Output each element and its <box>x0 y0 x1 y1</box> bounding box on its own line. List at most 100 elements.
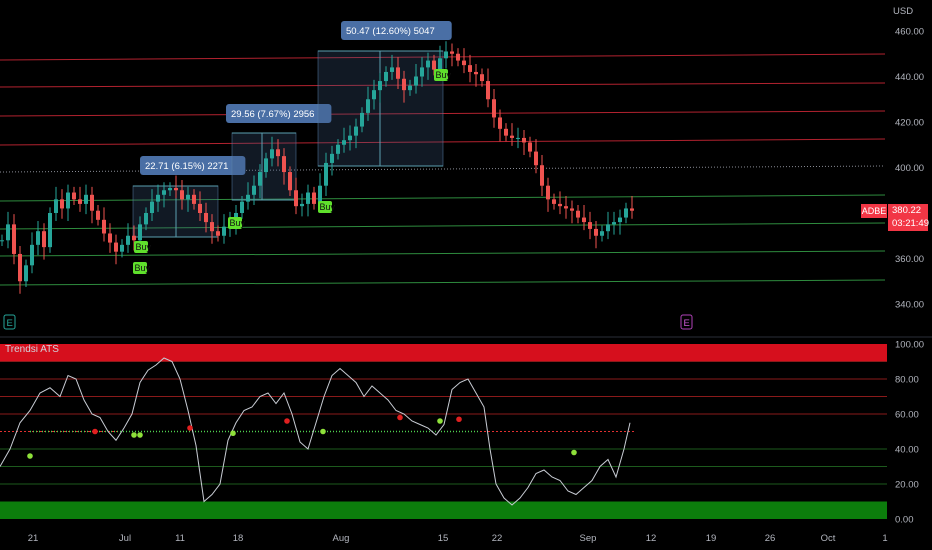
candle-body <box>12 224 16 254</box>
candle-body <box>510 135 514 138</box>
candle-body <box>450 51 454 54</box>
candle-body <box>204 213 208 223</box>
candle-body <box>420 67 424 77</box>
time-tick: Oct <box>821 533 836 544</box>
candle-body <box>504 128 508 136</box>
candle-body <box>264 158 268 173</box>
candle-body <box>126 235 130 245</box>
candle-body <box>96 210 100 220</box>
time-tick: 22 <box>492 533 503 544</box>
candle-body <box>348 135 352 141</box>
time-tick: 12 <box>646 533 657 544</box>
candle-body <box>144 213 148 225</box>
candle-body <box>90 194 94 211</box>
chart-canvas[interactable]: 22.71 (6.15%) 2271 29.56 (7.67%) 2956 50.4… <box>0 0 932 550</box>
candle-body <box>480 74 484 82</box>
price-tick: 400.00 <box>895 163 924 174</box>
candle-body <box>576 210 580 218</box>
candle-body <box>48 213 52 248</box>
svg-text:E: E <box>7 318 13 329</box>
candle-body <box>192 194 196 204</box>
candle-body <box>60 199 64 209</box>
candle-body <box>426 60 430 68</box>
signal-dot <box>230 430 236 437</box>
candle-body <box>66 192 70 209</box>
ind-tick: 80.00 <box>895 375 919 386</box>
candle-body <box>618 217 622 223</box>
candle-body <box>558 203 562 207</box>
candle-body <box>288 172 292 191</box>
candle-body <box>312 192 316 204</box>
buy-label: Buy <box>320 202 336 212</box>
signal-dot <box>397 414 403 421</box>
candle-body <box>222 226 226 236</box>
candle-body <box>306 192 310 204</box>
candle-body <box>612 222 616 225</box>
time-tick: 1 <box>882 533 887 544</box>
candle-body <box>102 219 106 234</box>
candle-body <box>162 190 166 195</box>
candle-body <box>534 151 538 166</box>
price-tick: 420.00 <box>895 118 924 129</box>
signal-dot <box>320 428 326 435</box>
signal-dot <box>456 416 462 423</box>
candle-body <box>522 137 526 143</box>
candle-body <box>54 199 58 213</box>
time-tick: 18 <box>233 533 244 544</box>
candle-body <box>354 126 358 136</box>
candle-body <box>246 194 250 202</box>
ind-tick: 40.00 <box>895 445 919 456</box>
signal-dot <box>27 453 33 459</box>
candle-body <box>168 187 172 191</box>
time-tick: 26 <box>765 533 776 544</box>
candle-body <box>630 208 634 211</box>
candle-body <box>444 51 448 59</box>
time-tick: Jul <box>119 533 131 544</box>
buy-label: Buy <box>136 242 152 252</box>
candle-body <box>456 53 460 61</box>
candle-body <box>516 137 520 139</box>
candle-body <box>294 190 298 207</box>
signal-dot <box>571 449 577 456</box>
time-tick: Sep <box>580 533 597 544</box>
candle-body <box>324 162 328 186</box>
candle-body <box>258 172 262 186</box>
countdown: 03:21:49 <box>892 218 929 229</box>
measure-label: 50.47 (12.60%) 5047 <box>346 26 435 37</box>
candle-body <box>138 224 142 241</box>
buy-label: Buy <box>230 218 246 228</box>
candle-body <box>378 81 382 91</box>
candle-body <box>180 190 184 200</box>
candle-body <box>270 149 274 159</box>
candle-body <box>582 217 586 223</box>
candle-body <box>30 244 34 266</box>
candle-body <box>24 265 28 282</box>
candle-body <box>414 76 418 86</box>
time-tick: Aug <box>333 533 350 544</box>
candle-body <box>408 85 412 91</box>
candle-body <box>486 81 490 100</box>
candle-body <box>174 187 178 191</box>
price-tick: 360.00 <box>895 254 924 265</box>
price-tick: 340.00 <box>895 300 924 311</box>
candle-body <box>540 165 544 186</box>
candle-body <box>384 71 388 82</box>
candle-body <box>186 194 190 200</box>
candle-body <box>78 199 82 204</box>
candle-body <box>240 201 244 213</box>
candle-body <box>474 71 478 75</box>
candle-body <box>462 60 466 66</box>
last-price-tag: 380.22 03:21:49 <box>888 204 929 231</box>
candle-body <box>606 224 610 232</box>
symbol-tag: ADBE <box>861 204 887 218</box>
candle-body <box>198 203 202 213</box>
candle-body <box>6 224 10 241</box>
candle-body <box>570 208 574 211</box>
candle-body <box>372 90 376 100</box>
price-tick: 440.00 <box>895 72 924 83</box>
candle-body <box>120 244 124 252</box>
signal-dot <box>187 425 193 431</box>
candle-body <box>132 235 136 241</box>
time-tick: 15 <box>438 533 449 544</box>
candle-body <box>42 231 46 248</box>
